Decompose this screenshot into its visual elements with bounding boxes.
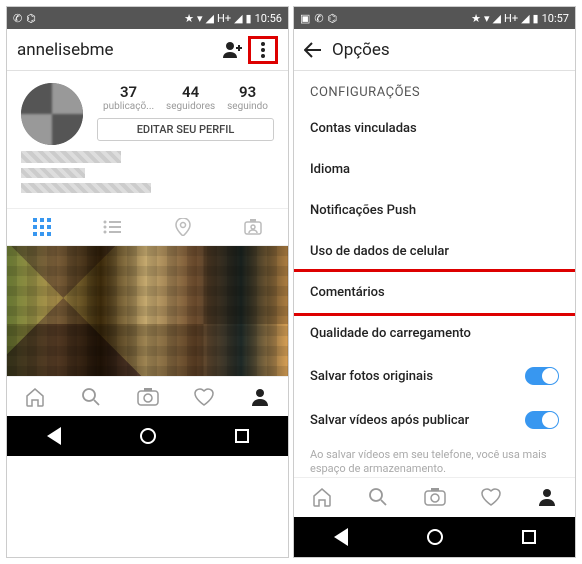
- profile-view-tabs: [7, 208, 288, 246]
- android-home[interactable]: [427, 529, 443, 545]
- nav-profile[interactable]: [232, 377, 288, 416]
- phone-options: ▣ ✆ ⌬ ★ ▾ ◢ H+ ◢ ▮ 10:57 Opções CONFIGUR…: [293, 6, 576, 558]
- arrow-left-icon: [304, 42, 322, 58]
- battery-icon: ▮: [533, 12, 539, 25]
- star-icon: ★: [184, 12, 194, 25]
- voicemail-icon: ⌬: [26, 12, 36, 25]
- nav-profile[interactable]: [519, 478, 575, 517]
- android-nav: [7, 416, 288, 456]
- signal-icon: ◢: [206, 12, 214, 25]
- setting-language[interactable]: Idioma: [294, 149, 575, 190]
- stat-following[interactable]: 93 seguindo: [227, 83, 268, 112]
- battery-icon: ▮: [246, 12, 252, 25]
- signal-icon: ◢: [234, 12, 242, 25]
- app-bar: annelisebme: [7, 29, 288, 71]
- setting-linked-accounts[interactable]: Contas vinculadas: [294, 108, 575, 149]
- profile-icon: [538, 488, 556, 506]
- avatar[interactable]: [21, 83, 83, 145]
- back-button[interactable]: [304, 42, 322, 58]
- voicemail-icon: ⌬: [328, 12, 338, 25]
- tagged-icon: [244, 219, 262, 235]
- whatsapp-icon: ✆: [13, 12, 22, 25]
- tab-list[interactable]: [77, 209, 147, 245]
- status-bar: ✆ ⌬ ★ ▾ ◢ H+ ◢ ▮ 10:56: [7, 7, 288, 29]
- camera-icon: [137, 388, 159, 406]
- nav-activity[interactable]: [463, 478, 519, 517]
- stat-followers[interactable]: 44 seguidores: [166, 83, 215, 112]
- nav-home[interactable]: [7, 377, 63, 416]
- nav-camera[interactable]: [119, 377, 175, 416]
- profile-header: 37 publicaçõ... 44 seguidores 93 seguind…: [7, 71, 288, 151]
- setting-cellular[interactable]: Uso de dados de celular: [294, 231, 575, 272]
- profile-icon: [251, 388, 269, 406]
- setting-save-photos[interactable]: Salvar fotos originais: [294, 354, 575, 398]
- grid-icon: [33, 218, 51, 236]
- tab-tagged[interactable]: [218, 209, 288, 245]
- app-bar: Opções: [294, 29, 575, 71]
- android-home[interactable]: [140, 428, 156, 444]
- bio-name: [21, 151, 121, 163]
- add-user-icon[interactable]: [218, 41, 248, 59]
- android-recent[interactable]: [235, 429, 249, 443]
- setting-push[interactable]: Notificações Push: [294, 190, 575, 231]
- toggle-save-videos[interactable]: [525, 411, 559, 429]
- edit-profile-button[interactable]: EDITAR SEU PERFIL: [97, 118, 274, 141]
- home-icon: [25, 387, 45, 407]
- nav-activity[interactable]: [176, 377, 232, 416]
- pin-icon: [175, 218, 191, 236]
- page-title: Opções: [332, 40, 390, 60]
- bio-text: [21, 168, 85, 178]
- whatsapp-icon: ✆: [314, 12, 323, 25]
- home-icon: [312, 487, 332, 507]
- camera-icon: [424, 488, 446, 506]
- status-bar: ▣ ✆ ⌬ ★ ▾ ◢ H+ ◢ ▮ 10:57: [294, 7, 575, 29]
- signal-icon: ◢: [521, 12, 529, 25]
- nav-search[interactable]: [350, 478, 406, 517]
- heart-icon: [194, 388, 214, 406]
- bottom-nav: [7, 376, 288, 416]
- search-icon: [81, 387, 101, 407]
- android-recent[interactable]: [522, 530, 536, 544]
- list-icon: [103, 220, 121, 234]
- section-header: CONFIGURAÇÕES: [294, 71, 575, 108]
- nav-camera[interactable]: [406, 478, 462, 517]
- phone-profile: ✆ ⌬ ★ ▾ ◢ H+ ◢ ▮ 10:56 annelisebme 37 p: [6, 6, 289, 558]
- wifi-icon: ▾: [484, 12, 490, 25]
- nav-home[interactable]: [294, 478, 350, 517]
- tab-places[interactable]: [148, 209, 218, 245]
- search-icon: [368, 487, 388, 507]
- posts-grid[interactable]: [7, 246, 288, 376]
- heart-icon: [481, 488, 501, 506]
- bottom-nav: [294, 477, 575, 517]
- dots-vertical-icon: [260, 41, 266, 59]
- bio-link: [21, 183, 151, 193]
- android-nav: [294, 517, 575, 557]
- setting-save-videos[interactable]: Salvar vídeos após publicar: [294, 398, 575, 442]
- tab-grid[interactable]: [7, 209, 77, 245]
- stat-posts[interactable]: 37 publicaçõ...: [103, 83, 154, 112]
- nav-search[interactable]: [63, 377, 119, 416]
- clock: 10:56: [255, 12, 282, 25]
- signal-icon: ◢: [493, 12, 501, 25]
- bio: [7, 151, 288, 208]
- clock: 10:57: [542, 12, 569, 25]
- setting-comments[interactable]: Comentários: [294, 269, 575, 316]
- android-back[interactable]: [47, 427, 61, 445]
- toggle-save-photos[interactable]: [525, 367, 559, 385]
- android-back[interactable]: [334, 528, 348, 546]
- network-icon: H+: [504, 12, 518, 25]
- username: annelisebme: [17, 40, 218, 60]
- settings-list[interactable]: CONFIGURAÇÕES Contas vinculadas Idioma N…: [294, 71, 575, 477]
- hint-text: Ao salvar vídeos em seu telefone, você u…: [294, 442, 575, 477]
- screenshot-icon: ▣: [300, 12, 310, 25]
- star-icon: ★: [471, 12, 481, 25]
- setting-quality[interactable]: Qualidade do carregamento: [294, 313, 575, 354]
- wifi-icon: ▾: [197, 12, 203, 25]
- network-icon: H+: [217, 12, 231, 25]
- options-menu-button[interactable]: [248, 36, 278, 64]
